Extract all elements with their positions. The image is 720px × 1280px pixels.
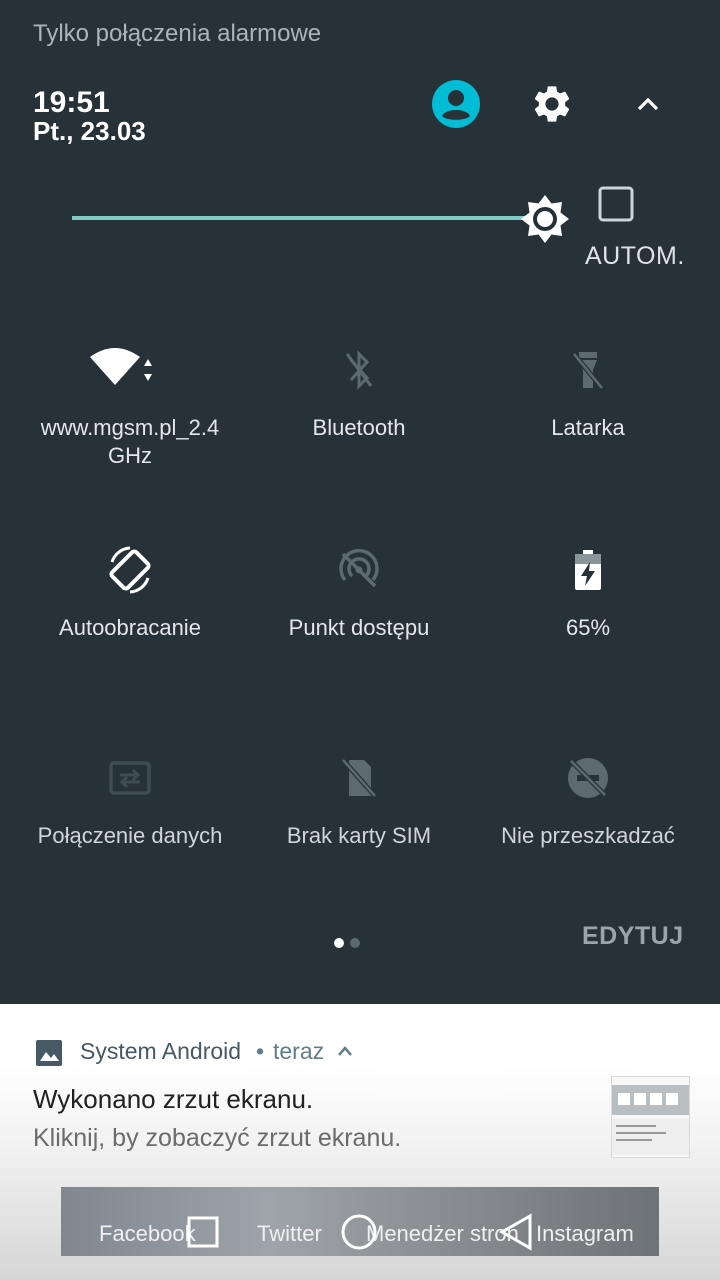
carrier-status-text: Tylko połączenia alarmowe [33,20,322,47]
brightness-slider-track[interactable] [72,216,546,220]
notification-separator: • [256,1038,265,1064]
square-icon [187,1216,219,1248]
auto-rotate-icon [109,546,151,594]
edit-button[interactable]: EDYTUJ [582,922,684,951]
recents-button[interactable] [186,1215,220,1254]
brightness-slider-thumb[interactable] [518,192,572,246]
brightness-icon [521,195,569,243]
tile-sim-label: Brak karty SIM [286,823,432,848]
notification-app-name: System Android [80,1038,242,1064]
clock-time[interactable]: 19:51 [33,86,110,120]
no-sim-icon [341,758,377,798]
screenshot-preview-strip: Facebook Twitter Menedżer stron Instagra… [61,1187,659,1256]
collapse-panel-button[interactable] [620,76,676,132]
page-dot-active [334,938,344,948]
tile-flashlight-label: Latarka [551,415,625,440]
tile-hotspot-label: Punkt dostępu [288,615,430,640]
image-icon [36,1040,62,1066]
screenshot-notification[interactable]: System Android • teraz Wykonano zrzut ek… [0,1004,720,1280]
notification-text: Kliknij, by zobaczyć zrzut ekranu. [33,1124,402,1152]
checkbox-unchecked-icon [598,186,634,222]
tile-battery-label: 65% [565,615,611,640]
tile-flashlight[interactable]: Latarka [473,340,703,520]
chevron-up-icon[interactable] [336,1044,354,1058]
tile-battery[interactable]: 65% [473,540,703,720]
battery-charging-icon [575,550,601,590]
auto-brightness-label: AUTOM. [585,242,685,270]
tile-auto-rotate-label: Autoobracanie [59,615,201,640]
tile-do-not-disturb[interactable]: Nie przeszkadzać [473,748,703,928]
tile-bluetooth-label: Bluetooth [312,415,406,440]
clock-date[interactable]: Pt., 23.03 [33,116,146,147]
tile-hotspot[interactable]: Punkt dostępu [244,540,474,720]
tile-bluetooth[interactable]: Bluetooth [244,340,474,520]
notification-time: teraz [273,1038,325,1064]
quick-settings-panel: Tylko połączenia alarmowe 19:51 Pt., 23.… [0,0,720,1004]
flashlight-off-icon [572,352,604,390]
hotspot-off-icon [339,549,379,588]
back-button[interactable] [497,1212,535,1256]
tile-wifi-band: GHz [108,443,152,468]
wifi-icon [90,348,152,385]
preview-label-manager: Menedżer stron [366,1221,519,1246]
chevron-up-icon [637,97,659,111]
tile-mobile-data-label: Połączenie danych [37,823,223,848]
tile-sim[interactable]: Brak karty SIM [244,748,474,928]
preview-label-instagram: Instagram [536,1221,634,1246]
user-avatar-icon [432,80,480,128]
tile-do-not-disturb-label: Nie przeszkadzać [501,823,675,848]
page-dot [350,938,360,948]
tile-auto-rotate[interactable]: Autoobracanie [15,540,245,720]
settings-button[interactable] [524,76,580,132]
mobile-data-icon [109,761,151,795]
notification-title: Wykonano zrzut ekranu. [33,1084,314,1114]
circle-icon [341,1214,377,1250]
auto-brightness-checkbox[interactable] [598,186,634,222]
user-account-button[interactable] [428,76,484,132]
triangle-back-icon [498,1213,532,1251]
home-button[interactable] [339,1212,379,1256]
tile-wifi[interactable]: www.mgsm.pl_2.4 GHz [15,340,245,520]
bluetooth-off-icon [345,350,373,390]
do-not-disturb-icon [568,758,608,798]
tile-wifi-label: www.mgsm.pl_2.4 GHz [15,414,245,470]
preview-label-facebook: Facebook [99,1221,196,1246]
tile-mobile-data[interactable]: Połączenie danych [15,748,245,928]
page-indicator [334,935,366,953]
tile-wifi-ssid: www.mgsm.pl_2.4 [40,415,220,440]
preview-label-twitter: Twitter [257,1221,322,1246]
screenshot-thumbnail[interactable] [611,1076,690,1158]
gear-icon [534,86,570,122]
